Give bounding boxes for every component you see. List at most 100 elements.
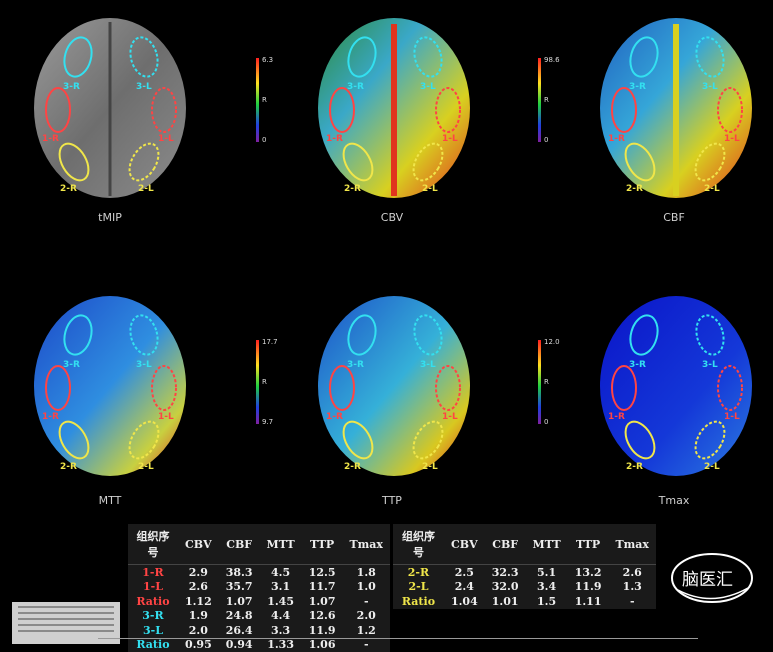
table-row-label: 1-R [128, 565, 178, 580]
table-header-cell: MTT [260, 524, 302, 565]
roi-label: 3-R [63, 360, 80, 370]
table-cell: 26.4 [219, 623, 260, 638]
table-cell: 5.1 [526, 565, 568, 580]
table-cell: 1.0 [342, 580, 390, 595]
table-cell: 4.5 [260, 565, 302, 580]
table-cell: 32.0 [485, 580, 526, 595]
table-cell: 2.9 [178, 565, 219, 580]
roi-table-right: 组织序号CBVCBFMTTTTPTmax 2-R2.532.35.113.22.… [393, 524, 656, 609]
table-row: 1-R2.938.34.512.51.8 [128, 565, 390, 580]
roi-label: 1-R [326, 134, 343, 144]
table-cell: 1.01 [485, 594, 526, 609]
ttp-map-image [312, 290, 477, 478]
table-cell: 2.6 [178, 580, 219, 595]
table-cell: 2.4 [444, 580, 485, 595]
table-cell: 4.4 [260, 609, 302, 624]
table-row-label: 2-L [393, 580, 444, 595]
roi-label: 1-R [42, 412, 59, 422]
tmax-map-image [594, 290, 759, 478]
table-header-cell: 组织序号 [128, 524, 178, 565]
table-cell: 1.07 [219, 594, 260, 609]
roi-label: 2-L [422, 184, 438, 194]
panel-caption: MTT [50, 494, 170, 507]
table-cell: 1.8 [342, 565, 390, 580]
table-header-cell: CBV [178, 524, 219, 565]
table-header-cell: CBF [485, 524, 526, 565]
table-cell: 2.6 [608, 565, 656, 580]
table-row: 2-L2.432.03.411.91.3 [393, 580, 656, 595]
cbv-map-image [312, 12, 477, 200]
roi-label: 2-R [60, 462, 77, 472]
roi-label: 3-L [420, 82, 436, 92]
table-cell: 1.45 [260, 594, 302, 609]
roi-label: 1-L [724, 134, 740, 144]
table-cell: 12.6 [302, 609, 343, 624]
table-row-label: Ratio [128, 594, 178, 609]
table-cell: 2.5 [444, 565, 485, 580]
table-cell: 12.5 [302, 565, 343, 580]
table-cell: 1.04 [444, 594, 485, 609]
roi-label: 2-L [704, 184, 720, 194]
roi-label: 2-R [60, 184, 77, 194]
table-cell: 35.7 [219, 580, 260, 595]
table-cell: 11.7 [302, 580, 343, 595]
table-cell: 2.0 [342, 609, 390, 624]
table-cell: 3.4 [526, 580, 568, 595]
table-row: 3-R1.924.84.412.62.0 [128, 609, 390, 624]
roi-label: 3-L [136, 82, 152, 92]
table-header-cell: MTT [526, 524, 568, 565]
tmip-map-image [28, 12, 193, 200]
colorbar-max: 17.7 [262, 338, 278, 346]
table-header-cell: TTP [568, 524, 609, 565]
table-row-label: Ratio [393, 594, 444, 609]
roi-label: 2-L [138, 184, 154, 194]
roi-label: 3-L [136, 360, 152, 370]
table-cell: 1.12 [178, 594, 219, 609]
colorbar-max: 98.6 [544, 56, 560, 64]
table-cell: 24.8 [219, 609, 260, 624]
table-header-cell: CBF [219, 524, 260, 565]
colorbar-min: 0 [262, 136, 266, 144]
table-cell: 2.0 [178, 623, 219, 638]
panel-caption: tMIP [50, 211, 170, 224]
table-header-cell: 组织序号 [393, 524, 444, 565]
roi-label: 2-L [704, 462, 720, 472]
roi-table-left: 组织序号CBVCBFMTTTTPTmax 1-R2.938.34.512.51.… [128, 524, 390, 652]
table-header-row: 组织序号CBVCBFMTTTTPTmax [393, 524, 656, 565]
table-row: Ratio1.041.011.51.11- [393, 594, 656, 609]
table-row-label: 3-L [128, 623, 178, 638]
colorbar-min: 0 [544, 418, 548, 426]
colorbar-mid: R [262, 378, 267, 386]
table-header-cell: Tmax [608, 524, 656, 565]
roi-label: 1-R [326, 412, 343, 422]
table-cell: 3.3 [260, 623, 302, 638]
table-cell: 1.3 [608, 580, 656, 595]
roi-label: 3-R [629, 360, 646, 370]
mtt-map-image [28, 290, 193, 478]
panel-caption: TTP [332, 494, 452, 507]
roi-label: 2-L [138, 462, 154, 472]
table-row: 3-L2.026.43.311.91.2 [128, 623, 390, 638]
table-cell: 1.11 [568, 594, 609, 609]
table-cell: 38.3 [219, 565, 260, 580]
roi-label: 2-R [344, 462, 361, 472]
colorbar-mid: R [544, 96, 549, 104]
roi-label: 1-L [442, 412, 458, 422]
table-header-cell: CBV [444, 524, 485, 565]
colorbar-max: 12.0 [544, 338, 560, 346]
colorbar-min: 9.7 [262, 418, 273, 426]
roi-label: 1-L [724, 412, 740, 422]
table-header-cell: Tmax [342, 524, 390, 565]
roi-label: 3-R [63, 82, 80, 92]
roi-label: 3-R [347, 360, 364, 370]
table-row-label: 1-L [128, 580, 178, 595]
roi-label: 1-L [158, 134, 174, 144]
table-cell: 1.9 [178, 609, 219, 624]
table-row-label: 3-R [128, 609, 178, 624]
colorbar-mid: R [262, 96, 267, 104]
table-cell: - [608, 594, 656, 609]
roi-label: 2-L [422, 462, 438, 472]
table-row: 2-R2.532.35.113.22.6 [393, 565, 656, 580]
cbf-map-image [594, 12, 759, 200]
roi-label: 2-R [344, 184, 361, 194]
